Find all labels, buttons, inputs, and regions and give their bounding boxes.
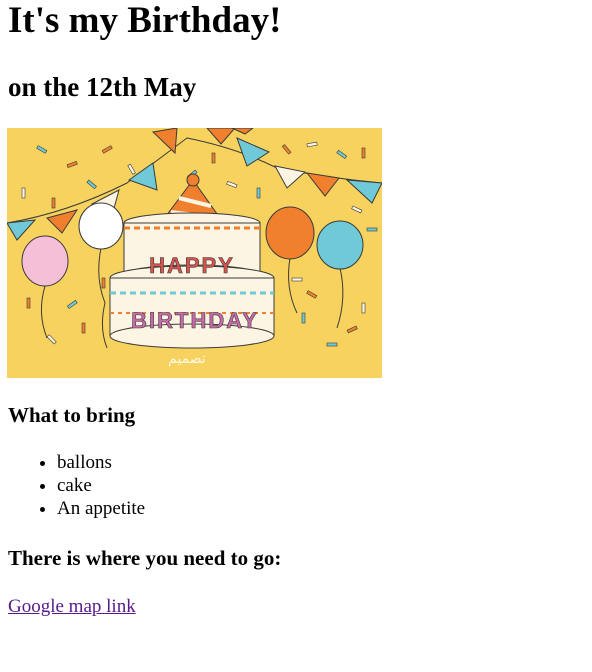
page-title: It's my Birthday! [8, 0, 282, 41]
cake-text-happy: HAPPY [149, 253, 235, 278]
list-item: An appetite [57, 497, 145, 520]
birthday-cake-image: HAPPY BIRTHDAY تصميم [7, 128, 382, 378]
google-map-link[interactable]: Google map link [8, 595, 136, 618]
list-item: ballons [57, 451, 145, 474]
page-subtitle: on the 12th May [8, 72, 197, 102]
bring-heading: What to bring [8, 403, 136, 427]
bring-list: ballons cake An appetite [0, 451, 145, 520]
image-signature: تصميم [168, 351, 206, 367]
location-heading: There is where you need to go: [8, 546, 282, 570]
list-item: cake [57, 474, 145, 497]
cake-text-birthday: BIRTHDAY [131, 308, 259, 333]
